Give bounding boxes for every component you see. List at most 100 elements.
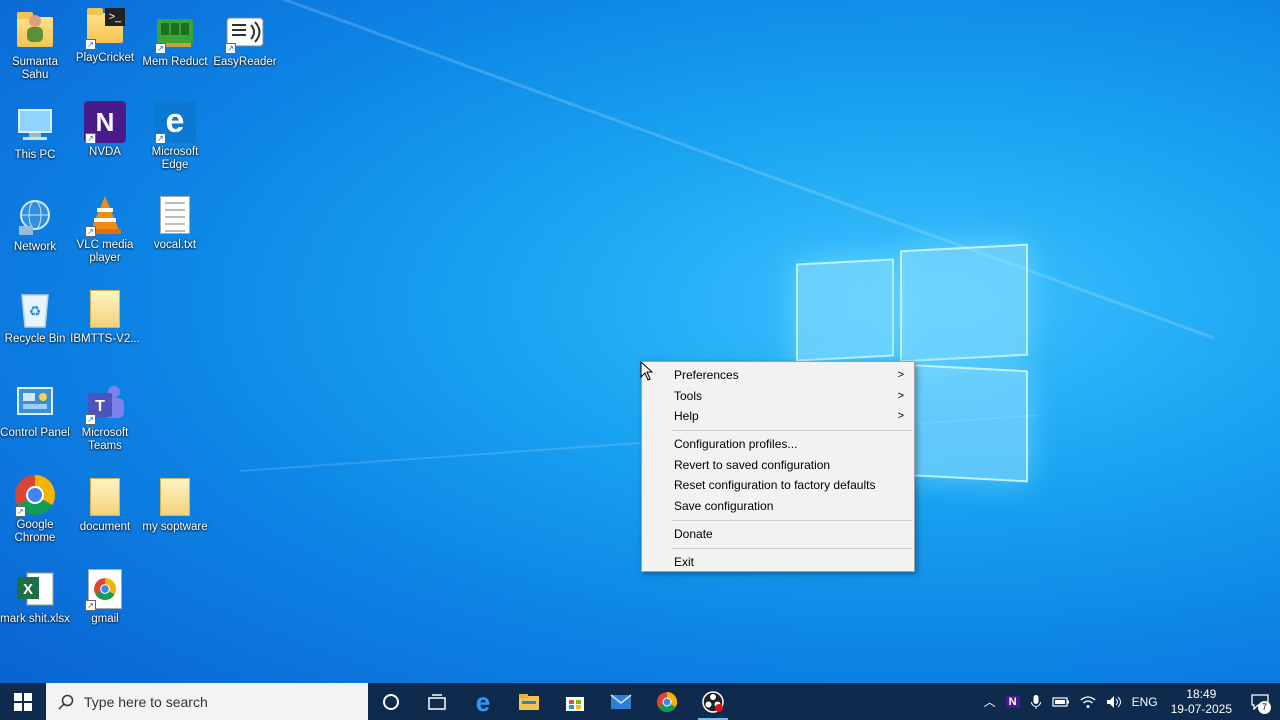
menu-item-revert-configuration[interactable]: Revert to saved configuration (642, 455, 914, 476)
tray-wifi[interactable] (1075, 695, 1101, 709)
folder-icon (153, 475, 197, 519)
clock-date: 19-07-2025 (1170, 701, 1232, 716)
chevron-right-icon: > (897, 410, 904, 423)
desktop-icon-document[interactable]: document (70, 475, 140, 534)
desktop-icon-mark-shit-xlsx[interactable]: X mark shit.xlsx (0, 567, 70, 626)
vlc-icon: ↗ (83, 193, 127, 237)
microphone-icon (1030, 694, 1041, 709)
file-explorer-icon (519, 693, 539, 710)
desktop-icon-sumanta-sahu[interactable]: Sumanta Sahu (0, 10, 70, 82)
cortana-button[interactable] (368, 683, 414, 720)
tray-microphone[interactable] (1025, 694, 1047, 710)
desktop-icon-google-chrome[interactable]: ↗ Google Chrome (0, 473, 70, 545)
desktop-icon-network[interactable]: Network (0, 195, 70, 254)
memory-icon: ↗ (153, 10, 197, 54)
control-panel-icon (13, 381, 57, 425)
action-center-button[interactable]: 7 (1240, 683, 1280, 720)
tray-battery[interactable] (1047, 696, 1075, 708)
chrome-icon: ↗ (13, 473, 57, 517)
tray-volume[interactable] (1101, 695, 1127, 709)
system-tray: ︿ N ENG 18:49 19-07-2025 7 (979, 683, 1280, 720)
recycle-bin-icon: ♻ (13, 287, 57, 331)
desktop-icon-mem-reduct[interactable]: ↗ Mem Reduct (140, 10, 210, 69)
tray-clock[interactable]: 18:49 19-07-2025 (1163, 687, 1240, 717)
edge-icon: e (475, 686, 491, 717)
desktop-icon-ibmtts[interactable]: IBMTTS-V2... (70, 287, 140, 346)
menu-item-configuration-profiles[interactable]: Configuration profiles... (642, 434, 914, 455)
windows-start-icon (14, 692, 32, 711)
chevron-right-icon: > (897, 369, 904, 381)
store-icon (566, 696, 584, 711)
cortana-icon (383, 693, 399, 710)
network-icon (13, 195, 57, 239)
start-button[interactable] (0, 683, 46, 720)
desktop-icon-microsoft-edge[interactable]: e ↗ Microsoft Edge (140, 100, 210, 172)
reader-icon: ↗ (223, 10, 267, 54)
desktop-icon-this-pc[interactable]: This PC (0, 103, 70, 162)
menu-item-reset-configuration[interactable]: Reset configuration to factory defaults (642, 475, 914, 496)
desktop-icon-nvda[interactable]: N ↗ NVDA (70, 100, 140, 159)
taskbar: Type here to search e ︿ N ENG 18:49 19-0… (0, 683, 1280, 720)
clock-time: 18:49 (1186, 686, 1217, 701)
task-view-button[interactable] (414, 683, 460, 720)
chevron-up-icon: ︿ (983, 695, 996, 709)
tray-nvda[interactable]: N (1001, 695, 1025, 708)
desktop-icon-microsoft-teams[interactable]: T ↗ Microsoft Teams (70, 381, 140, 453)
desktop-icon-control-panel[interactable]: Control Panel (0, 381, 70, 440)
desktop-icon-my-soptware[interactable]: my soptware (140, 475, 210, 534)
taskbar-file-explorer[interactable] (506, 683, 552, 720)
edge-icon: e ↗ (153, 100, 197, 144)
show-hidden-icons-button[interactable]: ︿ (979, 693, 1001, 710)
desktop-icon-vocal-txt[interactable]: vocal.txt (140, 193, 210, 252)
svg-text:T: T (95, 398, 105, 415)
speaker-icon (1106, 695, 1121, 708)
notification-count-badge: 7 (1258, 701, 1271, 714)
mouse-cursor-icon (640, 361, 654, 381)
desktop-icon-vlc[interactable]: ↗ VLC media player (70, 193, 140, 265)
menu-item-tools[interactable]: Tools > (642, 386, 914, 407)
user-folder-icon (13, 10, 57, 54)
menu-separator (672, 519, 912, 521)
desktop-icon-playcricket[interactable]: >_ ↗ PlayCricket (70, 6, 140, 65)
taskbar-mail[interactable] (598, 683, 644, 720)
battery-icon (1051, 696, 1069, 707)
menu-item-save-configuration[interactable]: Save configuration (642, 496, 914, 517)
svg-text:X: X (23, 581, 33, 598)
chrome-shortcut-icon: ↗ (83, 567, 127, 611)
obs-icon (702, 690, 724, 713)
excel-icon: X (13, 567, 57, 611)
teams-icon: T ↗ (83, 381, 127, 425)
computer-icon (13, 103, 57, 147)
light-beam (178, 0, 1214, 340)
chrome-icon (657, 691, 677, 712)
desktop-icon-gmail[interactable]: ↗ gmail (70, 567, 140, 626)
svg-text:♻: ♻ (29, 303, 42, 319)
search-placeholder: Type here to search (84, 693, 208, 710)
mail-icon (610, 693, 632, 709)
menu-separator (672, 547, 912, 549)
folder-icon (83, 287, 127, 331)
menu-item-exit[interactable]: Exit (642, 552, 914, 573)
desktop-icon-easyreader[interactable]: ↗ EasyReader (210, 10, 280, 69)
task-view-icon (428, 693, 446, 710)
nvda-icon: N (1005, 695, 1020, 708)
search-icon (58, 694, 74, 710)
text-file-icon (153, 193, 197, 237)
folder-icon (83, 475, 127, 519)
taskbar-chrome[interactable] (644, 683, 690, 720)
chevron-right-icon: > (897, 389, 904, 402)
taskbar-obs[interactable] (690, 683, 736, 720)
menu-item-preferences[interactable]: Preferences > (642, 365, 914, 386)
nvda-icon: N ↗ (83, 100, 127, 144)
nvda-context-menu: Preferences > Tools > Help > Configuration … (641, 361, 915, 572)
menu-item-help[interactable]: Help > (642, 406, 914, 427)
folder-app-icon: >_ ↗ (83, 6, 127, 50)
desktop-icon-recycle-bin[interactable]: ♻ Recycle Bin (0, 287, 70, 346)
tray-language[interactable]: ENG (1127, 695, 1163, 709)
wifi-icon (1080, 695, 1096, 708)
taskbar-store[interactable] (552, 683, 598, 720)
menu-item-donate[interactable]: Donate (642, 524, 914, 545)
taskbar-edge[interactable]: e (460, 683, 506, 720)
menu-separator (672, 430, 912, 432)
taskbar-search-box[interactable]: Type here to search (46, 683, 368, 720)
